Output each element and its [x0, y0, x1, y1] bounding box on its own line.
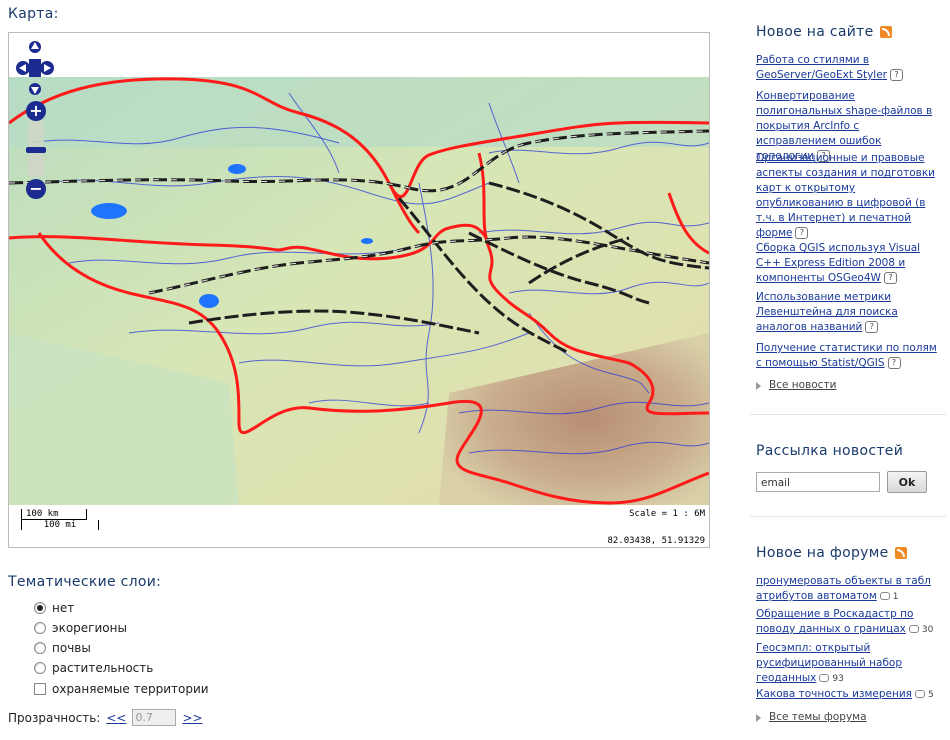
- opacity-decrease-link[interactable]: <<: [106, 711, 126, 725]
- comment-bubble-icon: [914, 689, 925, 698]
- mouse-coordinates: 82.03438, 51.91329: [607, 536, 705, 546]
- news-item: Организационные и правовые аспекты созда…: [756, 150, 942, 240]
- all-news: Все новости: [756, 379, 836, 392]
- map-footer-area: [9, 505, 709, 547]
- checkbox[interactable]: [34, 683, 46, 695]
- terrain-north: [9, 77, 709, 147]
- reply-count: 30: [921, 625, 934, 635]
- forum-item: Геосэмпл: открытый русифицированный набо…: [756, 640, 942, 685]
- divider: [750, 414, 946, 415]
- lake: [228, 164, 246, 174]
- map-viewport[interactable]: + − 100 km 100 mi Scale = 1 : 6M 82.0343…: [8, 32, 710, 548]
- news-panel: Новое на сайте Работа со стилями в GeoSe…: [756, 24, 946, 396]
- layer-label: почвы: [52, 641, 91, 655]
- opacity-value-field[interactable]: 0.7: [132, 709, 177, 726]
- newsletter-title: Рассылка новостей: [756, 443, 904, 459]
- pan-control[interactable]: [15, 41, 55, 97]
- radio-button[interactable]: [34, 642, 46, 654]
- scale-ratio: Scale = 1 : 6M: [629, 509, 705, 519]
- radio-button[interactable]: [34, 602, 46, 614]
- layer-option-vegetation[interactable]: растительность: [34, 660, 153, 676]
- map-blank-area: [9, 33, 709, 77]
- forum-link[interactable]: Какова точность измерения: [756, 688, 912, 700]
- thematic-layers-title: Тематические слои:: [8, 574, 162, 590]
- layer-option-soils[interactable]: почвы: [34, 640, 91, 656]
- opacity-increase-link[interactable]: >>: [182, 711, 202, 725]
- map-title: Карта:: [8, 6, 59, 22]
- lake: [199, 294, 219, 308]
- radio-button[interactable]: [34, 622, 46, 634]
- all-news-link[interactable]: Все новости: [769, 379, 836, 392]
- layer-option-protected-areas[interactable]: охраняемые территории: [34, 681, 209, 697]
- layer-option-ecoregions[interactable]: экорегионы: [34, 620, 127, 636]
- news-title: Новое на сайте: [756, 24, 874, 40]
- forum-link[interactable]: Обращение в Роскадастр по поводу данных …: [756, 608, 913, 635]
- comment-icon: ?: [865, 320, 879, 333]
- comment-icon: ?: [795, 226, 809, 239]
- forum-item: Обращение в Роскадастр по поводу данных …: [756, 606, 942, 636]
- forum-heading: Новое на форуме: [756, 545, 946, 561]
- lake: [91, 203, 127, 219]
- forum-title: Новое на форуме: [756, 545, 889, 561]
- news-item: Работа со стилями в GeoServer/GeoExt Sty…: [756, 52, 942, 82]
- forum-item: Какова точность измерения 5: [756, 686, 942, 701]
- comment-bubble-icon: [879, 591, 890, 600]
- forum-link[interactable]: пронумеровать объекты в табл атрибутов а…: [756, 575, 931, 602]
- comment-icon: ?: [887, 356, 901, 369]
- radio-button[interactable]: [34, 662, 46, 674]
- rss-icon[interactable]: [879, 26, 892, 38]
- comment-icon: ?: [890, 68, 904, 81]
- reply-count: 5: [927, 690, 934, 700]
- rss-icon[interactable]: [894, 547, 907, 559]
- forum-panel: Новое на форуме пронумеровать объекты в …: [756, 545, 946, 730]
- zoom-slider-handle[interactable]: [26, 147, 46, 153]
- news-item: Сборка QGIS используя Visual C++ Express…: [756, 240, 942, 285]
- forum-item: пронумеровать объекты в табл атрибутов а…: [756, 573, 942, 603]
- all-forum-topics: Все темы форума: [756, 711, 867, 724]
- all-forum-topics-link[interactable]: Все темы форума: [769, 711, 867, 724]
- news-item: Получение статистики по полям с помощью …: [756, 340, 942, 370]
- news-item: Использование метрики Левенштейна для по…: [756, 289, 942, 334]
- scale-mi-label: 100 mi: [21, 520, 99, 530]
- layer-label: экорегионы: [52, 621, 127, 635]
- subscribe-button[interactable]: Ok: [887, 471, 927, 493]
- layer-label: охраняемые территории: [52, 682, 209, 696]
- reply-count: 1: [892, 592, 899, 602]
- news-link[interactable]: Работа со стилями в GeoServer/GeoExt Sty…: [756, 54, 887, 81]
- email-input[interactable]: email: [756, 472, 880, 492]
- lake: [361, 238, 373, 244]
- divider: [750, 516, 946, 517]
- comment-bubble-icon: [819, 673, 830, 682]
- news-heading: Новое на сайте: [756, 24, 946, 40]
- scale-bar: 100 km 100 mi: [19, 509, 109, 533]
- zoom-out-button[interactable]: −: [26, 179, 46, 199]
- comment-bubble-icon: [908, 624, 919, 633]
- arrow-right-icon: [756, 381, 761, 390]
- comment-icon: ?: [883, 271, 897, 284]
- reply-count: 93: [832, 674, 844, 684]
- arrow-right-icon: [756, 713, 761, 722]
- news-link[interactable]: Организационные и правовые аспекты созда…: [756, 152, 935, 239]
- scale-km-label: 100 km: [21, 509, 87, 520]
- newsletter-heading-wrap: Рассылка новостей: [756, 443, 946, 459]
- opacity-control: Прозрачность: << 0.7 >>: [8, 709, 209, 726]
- zoom-in-button[interactable]: +: [26, 101, 46, 121]
- opacity-label: Прозрачность:: [8, 710, 101, 725]
- layer-option-none[interactable]: нет: [34, 600, 74, 616]
- layer-label: растительность: [52, 661, 154, 675]
- layer-label: нет: [52, 601, 75, 615]
- map-canvas[interactable]: [9, 33, 709, 547]
- news-link[interactable]: Получение статистики по полям с помощью …: [756, 342, 937, 369]
- zoom-control[interactable]: + −: [26, 101, 46, 199]
